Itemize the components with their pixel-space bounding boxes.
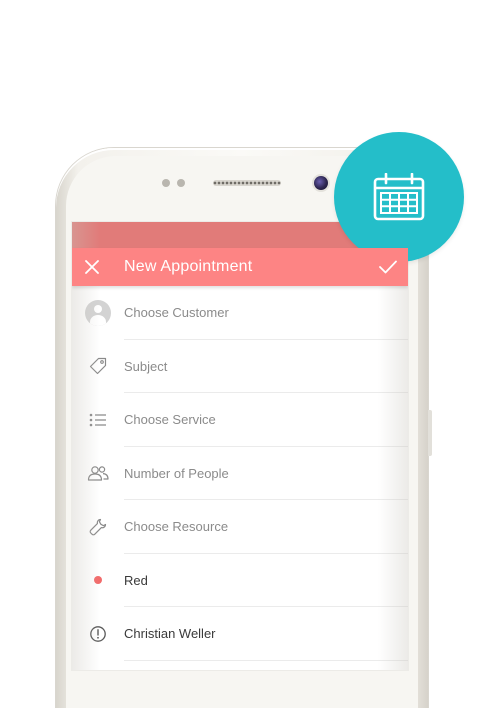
- check-icon: [379, 260, 397, 274]
- staff-row[interactable]: Christian Weller: [72, 607, 408, 661]
- choose-resource-label: Choose Resource: [124, 519, 229, 535]
- choose-customer-row[interactable]: Choose Customer: [72, 286, 408, 340]
- number-of-people-label: Number of People: [124, 465, 229, 481]
- color-row[interactable]: Red: [72, 554, 408, 607]
- subject-label: Subject: [124, 358, 168, 374]
- divider: [124, 659, 408, 661]
- calendar-icon: [373, 173, 425, 221]
- calendar-badge: [334, 132, 464, 262]
- choose-resource-row[interactable]: Choose Resource: [72, 500, 408, 554]
- proximity-sensor: [162, 179, 170, 187]
- app-screen: New Appointment Choose Customer Subject: [72, 222, 408, 670]
- light-sensor: [177, 179, 185, 187]
- number-of-people-row[interactable]: Number of People: [72, 447, 408, 500]
- list-icon: [89, 413, 106, 427]
- earpiece-speaker: [213, 180, 281, 186]
- front-camera: [314, 176, 328, 190]
- close-button[interactable]: [72, 248, 112, 286]
- wrench-icon: [89, 518, 107, 536]
- avatar-icon: [85, 299, 111, 326]
- app-bar: New Appointment: [72, 248, 408, 286]
- choose-customer-label: Choose Customer: [124, 305, 229, 321]
- subject-row[interactable]: Subject: [72, 340, 408, 393]
- side-button: [428, 410, 432, 456]
- alert-circle-icon: [90, 625, 106, 642]
- color-dot-icon: [94, 576, 102, 585]
- page-title: New Appointment: [124, 258, 253, 275]
- tag-icon: [89, 358, 107, 375]
- staff-label: Christian Weller: [124, 626, 216, 642]
- confirm-button[interactable]: [368, 248, 408, 286]
- people-icon: [87, 466, 109, 481]
- appointment-form: Choose Customer Subject Choose Service N…: [72, 286, 408, 661]
- choose-service-label: Choose Service: [124, 412, 216, 428]
- choose-service-row[interactable]: Choose Service: [72, 393, 408, 447]
- color-label: Red: [124, 572, 148, 588]
- close-icon: [85, 260, 99, 274]
